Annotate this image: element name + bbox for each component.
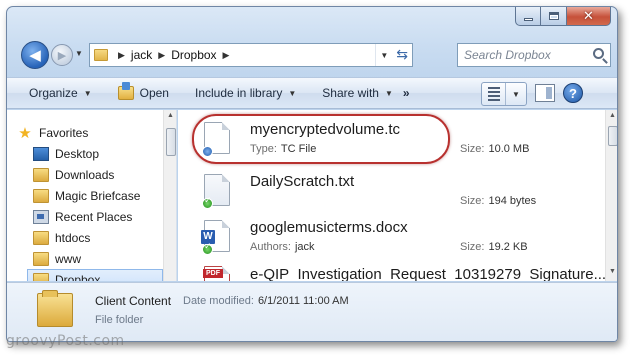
explorer-window: ✕ ◀ ▶ ▼ ▶ jack ▶ Dropbox ▶ ▼ ⇆ Search Dr… (6, 6, 618, 342)
scroll-up-icon[interactable]: ▲ (609, 112, 616, 119)
file-size: Size: 19.2 KB (460, 241, 528, 253)
maximize-button[interactable] (541, 7, 567, 26)
nav-item-htdocs[interactable]: htdocs (33, 227, 163, 248)
help-button[interactable]: ? (563, 83, 583, 103)
chevron-down-icon: ▼ (83, 88, 92, 98)
file-name: e-QIP_Investigation_Request_10319279_Sig… (250, 266, 605, 281)
scroll-down-icon[interactable]: ▼ (609, 268, 616, 275)
highlight-annotation (192, 114, 450, 164)
details-view-icon (482, 83, 506, 105)
more-commands-button[interactable]: » (403, 86, 410, 100)
open-button[interactable]: Open (110, 81, 177, 105)
chevron-down-icon: ▼ (288, 88, 297, 98)
minimize-button[interactable] (515, 7, 541, 26)
folder-icon (37, 290, 73, 327)
breadcrumb-separator[interactable]: ▶ (223, 50, 230, 61)
breadcrumb-jack[interactable]: jack (131, 48, 152, 62)
preview-pane-button[interactable] (535, 84, 555, 102)
scroll-thumb[interactable] (608, 126, 617, 146)
nav-item-recent-places[interactable]: Recent Places (33, 206, 163, 227)
file-name: DailyScratch.txt (250, 173, 355, 190)
refresh-icon[interactable]: ⇆ (396, 47, 408, 63)
folder-icon (33, 188, 49, 203)
nav-item-favorites[interactable]: ★ Favorites (17, 122, 173, 143)
address-controls: ▼ ⇆ (375, 44, 408, 66)
folder-icon (33, 272, 49, 281)
star-icon: ★ (18, 123, 32, 142)
maximize-icon (548, 12, 559, 20)
chevron-down-icon[interactable]: ▼ (506, 90, 520, 99)
forward-button[interactable]: ▶ (51, 44, 73, 66)
nav-item-label: www (55, 251, 81, 266)
details-item-type: File folder (95, 314, 144, 326)
nav-item-magic-briefcase[interactable]: Magic Briefcase (33, 185, 163, 206)
nav-item-downloads[interactable]: Downloads (33, 164, 163, 185)
file-list-scrollbar[interactable]: ▲ ▼ (605, 110, 617, 281)
desktop-icon (33, 146, 49, 161)
organize-label: Organize (29, 86, 78, 100)
search-input[interactable]: Search Dropbox (457, 43, 611, 67)
folder-icon (33, 251, 49, 266)
nav-item-label: Recent Places (55, 209, 133, 224)
open-label: Open (139, 86, 169, 100)
file-authors: Authors: jack (250, 241, 315, 253)
address-bar[interactable]: ▶ jack ▶ Dropbox ▶ ▼ ⇆ (89, 43, 413, 67)
file-row-eqip[interactable]: e-QIP_Investigation_Request_10319279_Sig… (178, 260, 605, 281)
navigation-scrollbar[interactable]: ▲ (163, 110, 176, 281)
scroll-up-icon[interactable]: ▲ (167, 112, 174, 119)
details-date-modified: Date modified: 6/1/2011 11:00 AM (183, 295, 349, 307)
recent-pages-dropdown[interactable]: ▼ (75, 49, 83, 58)
back-arrow-icon: ◀ (29, 47, 41, 64)
nav-item-label: htdocs (55, 230, 91, 245)
nav-item-label: Downloads (55, 167, 115, 182)
details-item-name: Client Content (95, 294, 172, 308)
address-row: ◀ ▶ ▼ ▶ jack ▶ Dropbox ▶ ▼ ⇆ Search Drop… (13, 39, 613, 71)
include-in-library-button[interactable]: Include in library ▼ (187, 81, 304, 105)
file-size: Size: 10.0 MB (460, 143, 530, 155)
search-icon[interactable] (593, 48, 604, 59)
nav-item-label: Dropbox (55, 272, 101, 282)
close-button[interactable]: ✕ (567, 7, 611, 26)
recent-places-icon (33, 209, 49, 224)
share-with-button[interactable]: Share with ▼ (314, 81, 401, 105)
nav-item-www[interactable]: www (33, 248, 163, 269)
search-placeholder: Search Dropbox (464, 48, 551, 62)
change-view-button[interactable]: ▼ (481, 82, 527, 106)
chevron-down-icon: ▼ (384, 88, 393, 98)
nav-item-desktop[interactable]: Desktop (33, 143, 163, 164)
nav-item-label: Favorites (39, 125, 89, 140)
back-button[interactable]: ◀ (21, 41, 49, 69)
file-name: googlemusicterms.docx (250, 219, 408, 236)
nav-item-label: Magic Briefcase (55, 188, 141, 203)
organize-button[interactable]: Organize ▼ (21, 81, 100, 105)
watermark: groovyPost.com (6, 333, 125, 349)
share-with-label: Share with (322, 86, 379, 100)
synced-check-icon (202, 242, 213, 255)
breadcrumb-separator[interactable]: ▶ (158, 50, 165, 61)
nav-item-label: Desktop (55, 146, 100, 161)
breadcrumb-dropbox[interactable]: Dropbox (171, 48, 216, 62)
breadcrumb-separator[interactable]: ▶ (118, 50, 125, 61)
nav-item-dropbox[interactable]: Dropbox (27, 269, 163, 281)
file-row-googlemusicterms[interactable]: googlemusicterms.docx Authors:jack Size:… (178, 214, 605, 258)
window-caption-buttons: ✕ (515, 7, 611, 27)
folder-icon (33, 230, 49, 245)
navigation-pane: ★ Favorites Desktop Downloads Magic Brie… (7, 110, 177, 281)
file-size: Size: 194 bytes (460, 195, 537, 207)
file-list: myencryptedvolume.tc Type: TC File Size: 1… (178, 110, 605, 281)
command-toolbar: Organize ▼ Open Include in library ▼ Sha… (7, 77, 617, 109)
close-icon: ✕ (583, 8, 594, 24)
include-in-library-label: Include in library (194, 86, 283, 100)
address-history-dropdown[interactable]: ▼ (375, 44, 388, 66)
synced-check-icon (202, 196, 213, 209)
file-row-dailyscratch[interactable]: DailyScratch.txt Size:194 bytes (178, 168, 605, 212)
folder-icon (33, 167, 49, 182)
open-icon (117, 82, 134, 100)
folder-icon (94, 49, 108, 61)
forward-arrow-icon: ▶ (57, 49, 67, 62)
scroll-thumb[interactable] (166, 128, 176, 156)
pdf-file-icon (203, 266, 230, 281)
minimize-icon (523, 17, 533, 21)
